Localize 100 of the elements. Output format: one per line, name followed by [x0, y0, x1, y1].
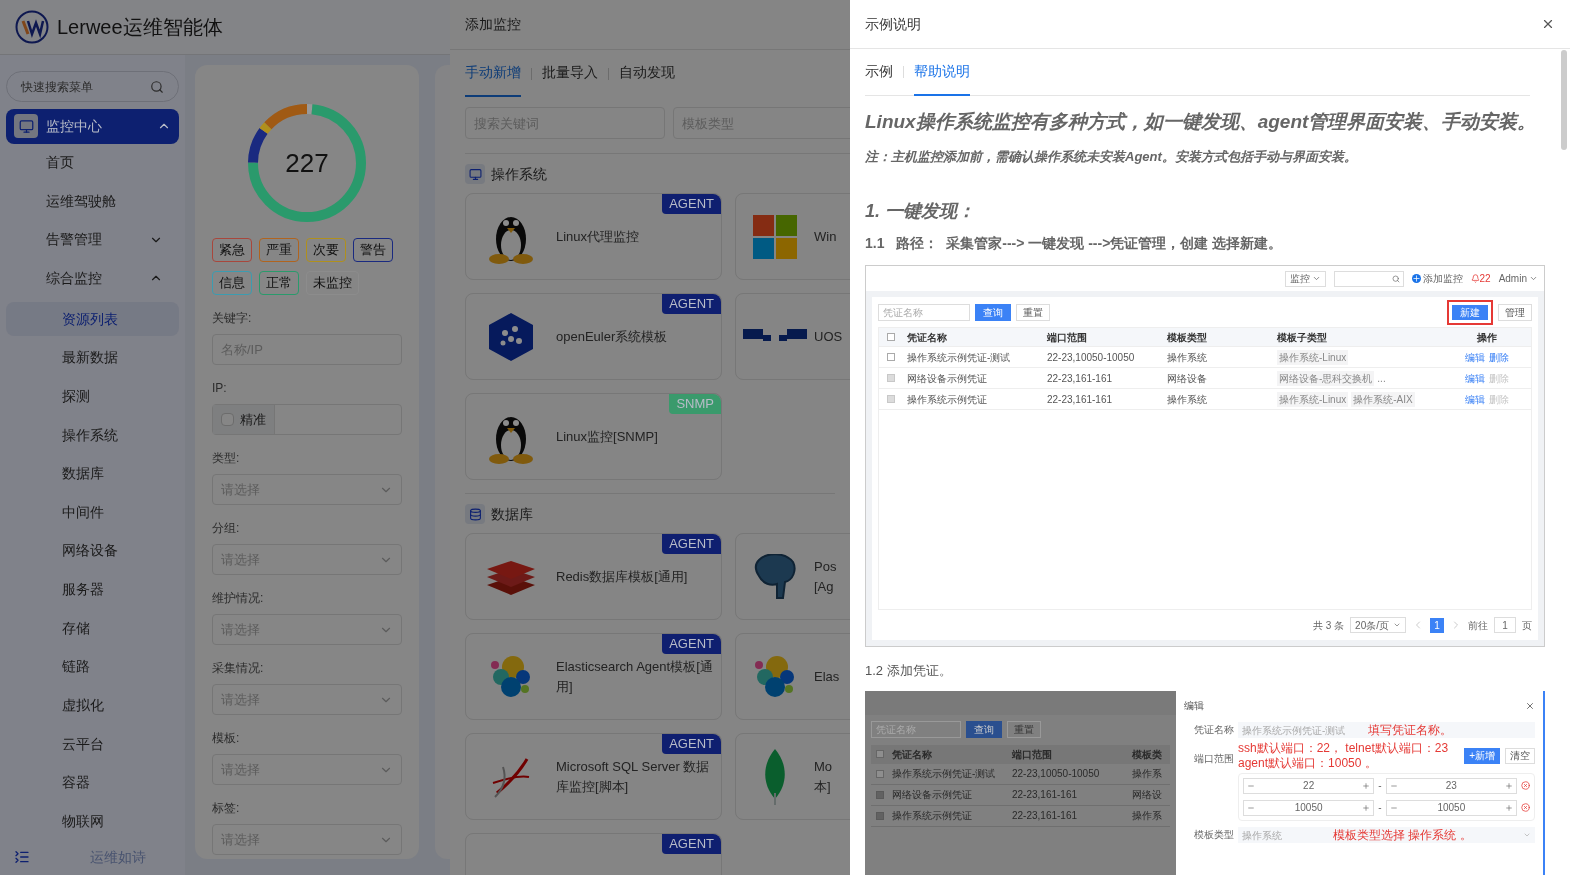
- checkbox-label: 精准: [240, 410, 266, 429]
- field-label: 维护情况:: [212, 590, 265, 607]
- scrollbar[interactable]: [1561, 50, 1567, 150]
- plus-icon[interactable]: [1505, 803, 1513, 812]
- menu-item[interactable]: 运维驾驶舱: [6, 182, 179, 221]
- level-tag[interactable]: 正常: [259, 271, 299, 295]
- page-button[interactable]: 1: [1430, 617, 1444, 633]
- plus-icon[interactable]: [1362, 803, 1371, 812]
- template-card[interactable]: AGENT openEuler系统模板: [465, 293, 722, 380]
- menu-item[interactable]: 告警管理: [6, 220, 179, 260]
- reset-button[interactable]: 重置: [1016, 303, 1050, 321]
- menu-item[interactable]: 服务器: [6, 572, 179, 607]
- plus-icon[interactable]: [1505, 781, 1513, 790]
- annotation: ssh默认端口：22， telnet默认端口：23: [1238, 740, 1450, 756]
- new-button[interactable]: 新建: [1452, 304, 1488, 320]
- search-icon: [150, 79, 164, 94]
- table-cell: 网络设备: [1163, 368, 1273, 389]
- number-stepper[interactable]: 10050: [1385, 799, 1517, 816]
- menu-item[interactable]: 首页: [6, 143, 179, 183]
- menu-item[interactable]: 最新数据: [6, 340, 179, 376]
- level-tag[interactable]: 严重: [259, 238, 299, 262]
- add-monitor-link[interactable]: 添加监控: [1411, 271, 1463, 286]
- query-field[interactable]: 凭证名称: [878, 303, 970, 321]
- template-card[interactable]: Elas: [735, 633, 850, 720]
- menu-item[interactable]: 虚拟化: [6, 688, 179, 723]
- monitor-icon: [14, 114, 38, 139]
- query-button[interactable]: 查询: [975, 303, 1011, 321]
- number-stepper[interactable]: 10050: [1243, 799, 1375, 816]
- reset-button[interactable]: 重置: [1007, 721, 1041, 738]
- type-select[interactable]: [1238, 826, 1535, 843]
- tab[interactable]: 手动新增: [465, 50, 521, 97]
- page-size-select[interactable]: 20条/页: [1350, 617, 1406, 633]
- alert-count[interactable]: 22: [1470, 271, 1491, 286]
- column-header: 模板类: [1129, 744, 1170, 764]
- checkbox[interactable]: [876, 750, 884, 758]
- menu-item[interactable]: 中间件: [6, 495, 179, 530]
- checkbox[interactable]: [887, 333, 895, 341]
- type-badge: AGENT: [662, 294, 721, 314]
- menu-item[interactable]: 综合监控: [6, 259, 179, 298]
- checkbox[interactable]: [221, 413, 234, 426]
- checkbox[interactable]: [876, 769, 884, 778]
- menu-item[interactable]: 监控中心: [6, 109, 179, 144]
- type-badge: AGENT: [662, 194, 721, 214]
- user-menu[interactable]: Admin: [1498, 271, 1538, 286]
- close-icon[interactable]: [1541, 17, 1555, 31]
- manage-button[interactable]: 管理: [1498, 303, 1532, 321]
- collapse-icon[interactable]: [14, 849, 30, 865]
- template-card[interactable]: Mo 本]: [735, 733, 850, 820]
- tab[interactable]: 自动发现: [619, 50, 675, 97]
- number-stepper[interactable]: 22: [1243, 777, 1375, 794]
- clear-button[interactable]: 清空: [1505, 747, 1535, 764]
- template-card[interactable]: AGENT Redis数据库模板[通用]: [465, 533, 722, 620]
- level-tag[interactable]: 未监控: [306, 271, 359, 295]
- menu-item[interactable]: 数据库: [6, 456, 179, 491]
- action-link[interactable]: 编辑: [1465, 349, 1485, 365]
- checkbox[interactable]: [887, 353, 895, 361]
- step-heading: 1. 一键发现：: [865, 200, 976, 223]
- menu-item[interactable]: 资源列表: [6, 301, 179, 337]
- remove-icon[interactable]: [1521, 803, 1530, 812]
- menu-item[interactable]: 云平台: [6, 726, 179, 762]
- add-button[interactable]: +新增: [1464, 747, 1500, 764]
- field-label: 模板:: [212, 730, 241, 747]
- goto-field[interactable]: 1: [1494, 617, 1516, 633]
- template-card[interactable]: AGENT Microsoft SQL Server 数据库监控[脚本]: [465, 733, 722, 820]
- remove-icon[interactable]: [1521, 781, 1530, 790]
- plus-icon: [1411, 274, 1421, 283]
- menu-item[interactable]: 网络设备: [6, 533, 179, 569]
- template-card[interactable]: Pos [Ag: [735, 533, 850, 620]
- hexagon-icon: [489, 312, 533, 361]
- level-tag[interactable]: 警告: [353, 238, 393, 262]
- level-tag[interactable]: 紧急: [212, 238, 252, 262]
- menu-item[interactable]: 探测: [6, 379, 179, 414]
- template-card[interactable]: Win: [735, 193, 850, 280]
- level-tag[interactable]: 次要: [306, 238, 346, 262]
- menu-item[interactable]: 链路: [6, 649, 179, 685]
- menu-item[interactable]: 容器: [6, 765, 179, 801]
- template-card[interactable]: AGENT Linux代理监控: [465, 193, 722, 280]
- close-icon[interactable]: [1525, 700, 1535, 711]
- plus-icon[interactable]: [1362, 781, 1371, 790]
- menu-select[interactable]: 监控: [1284, 270, 1326, 287]
- help-note: 注：主机监控添加前，需确认操作系统未安装Agent。安装方式包括手动与界面安装。: [865, 147, 1358, 166]
- menu-item[interactable]: 存储: [6, 610, 179, 646]
- level-tag[interactable]: 信息: [212, 271, 252, 295]
- menu-item[interactable]: 物联网: [6, 804, 179, 839]
- template-card[interactable]: UOS: [735, 293, 850, 380]
- column-header: 操作: [1443, 328, 1531, 347]
- tab[interactable]: 帮助说明: [914, 48, 970, 96]
- ip-field[interactable]: 精准: [212, 404, 402, 435]
- menu-item[interactable]: 操作系统: [6, 417, 179, 453]
- template-card[interactable]: AGENT Elasticsearch Agent模板[通用]: [465, 633, 722, 720]
- subtype-tag: 操作系统-AIX: [1351, 391, 1415, 407]
- column-header: 凭证名称: [889, 744, 1009, 764]
- template-card[interactable]: AGENT: [465, 833, 722, 875]
- tab[interactable]: 批量导入: [542, 50, 598, 97]
- tab[interactable]: 示例: [865, 48, 893, 96]
- query-button[interactable]: 查询: [966, 721, 1002, 738]
- action-link[interactable]: 删除: [1489, 349, 1509, 365]
- table-cell: 22-23,10050-10050: [1009, 763, 1129, 785]
- template-card[interactable]: SNMP Linux监控[SNMP]: [465, 393, 722, 480]
- number-stepper[interactable]: 23: [1385, 777, 1517, 794]
